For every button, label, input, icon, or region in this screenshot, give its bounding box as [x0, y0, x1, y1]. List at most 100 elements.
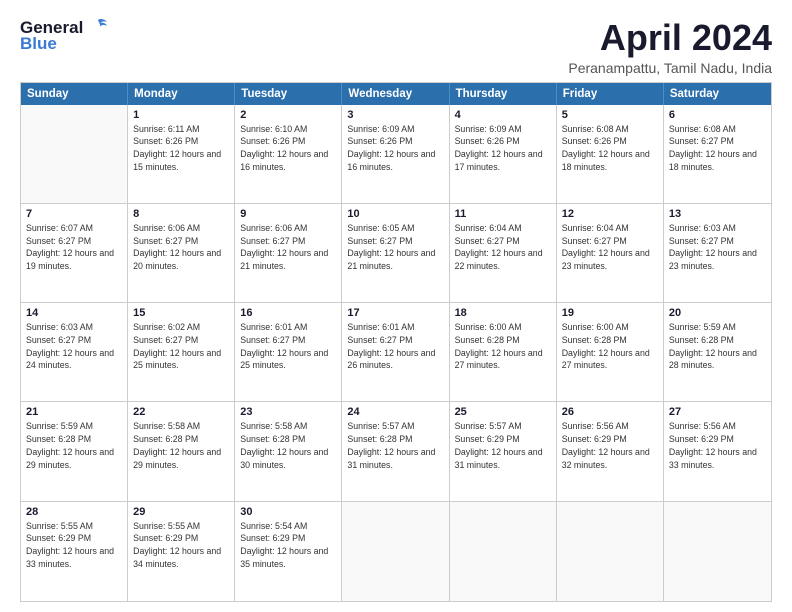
day-info: Sunrise: 5:55 AMSunset: 6:29 PMDaylight:… — [26, 520, 122, 571]
day-info: Sunrise: 6:08 AMSunset: 6:26 PMDaylight:… — [562, 123, 658, 174]
header: General Blue April 2024 Peranampattu, Ta… — [20, 18, 772, 76]
week-4: 21 Sunrise: 5:59 AMSunset: 6:28 PMDaylig… — [21, 402, 771, 501]
calendar-cell: 3 Sunrise: 6:09 AMSunset: 6:26 PMDayligh… — [342, 105, 449, 203]
day-info: Sunrise: 5:56 AMSunset: 6:29 PMDaylight:… — [562, 420, 658, 471]
day-number: 28 — [26, 506, 122, 518]
day-info: Sunrise: 6:03 AMSunset: 6:27 PMDaylight:… — [26, 321, 122, 372]
day-number: 7 — [26, 208, 122, 220]
calendar-cell — [664, 502, 771, 601]
calendar-cell: 24 Sunrise: 5:57 AMSunset: 6:28 PMDaylig… — [342, 402, 449, 500]
calendar-cell: 20 Sunrise: 5:59 AMSunset: 6:28 PMDaylig… — [664, 303, 771, 401]
header-sunday: Sunday — [21, 83, 128, 105]
week-3: 14 Sunrise: 6:03 AMSunset: 6:27 PMDaylig… — [21, 303, 771, 402]
day-number: 4 — [455, 109, 551, 121]
day-number: 22 — [133, 406, 229, 418]
day-info: Sunrise: 6:04 AMSunset: 6:27 PMDaylight:… — [562, 222, 658, 273]
calendar-cell: 26 Sunrise: 5:56 AMSunset: 6:29 PMDaylig… — [557, 402, 664, 500]
day-number: 21 — [26, 406, 122, 418]
calendar-cell: 12 Sunrise: 6:04 AMSunset: 6:27 PMDaylig… — [557, 204, 664, 302]
calendar-cell: 18 Sunrise: 6:00 AMSunset: 6:28 PMDaylig… — [450, 303, 557, 401]
day-info: Sunrise: 6:04 AMSunset: 6:27 PMDaylight:… — [455, 222, 551, 273]
day-number: 14 — [26, 307, 122, 319]
calendar-cell: 14 Sunrise: 6:03 AMSunset: 6:27 PMDaylig… — [21, 303, 128, 401]
calendar-cell: 19 Sunrise: 6:00 AMSunset: 6:28 PMDaylig… — [557, 303, 664, 401]
calendar-cell: 4 Sunrise: 6:09 AMSunset: 6:26 PMDayligh… — [450, 105, 557, 203]
day-info: Sunrise: 6:02 AMSunset: 6:27 PMDaylight:… — [133, 321, 229, 372]
calendar-cell: 11 Sunrise: 6:04 AMSunset: 6:27 PMDaylig… — [450, 204, 557, 302]
day-number: 29 — [133, 506, 229, 518]
day-info: Sunrise: 6:01 AMSunset: 6:27 PMDaylight:… — [240, 321, 336, 372]
day-info: Sunrise: 6:09 AMSunset: 6:26 PMDaylight:… — [347, 123, 443, 174]
calendar-body: 1 Sunrise: 6:11 AMSunset: 6:26 PMDayligh… — [21, 105, 771, 601]
day-info: Sunrise: 6:03 AMSunset: 6:27 PMDaylight:… — [669, 222, 766, 273]
day-info: Sunrise: 5:54 AMSunset: 6:29 PMDaylight:… — [240, 520, 336, 571]
day-number: 2 — [240, 109, 336, 121]
week-2: 7 Sunrise: 6:07 AMSunset: 6:27 PMDayligh… — [21, 204, 771, 303]
calendar-cell: 27 Sunrise: 5:56 AMSunset: 6:29 PMDaylig… — [664, 402, 771, 500]
day-number: 12 — [562, 208, 658, 220]
header-thursday: Thursday — [450, 83, 557, 105]
calendar-cell — [450, 502, 557, 601]
day-number: 8 — [133, 208, 229, 220]
day-number: 16 — [240, 307, 336, 319]
calendar-cell — [342, 502, 449, 601]
day-info: Sunrise: 5:59 AMSunset: 6:28 PMDaylight:… — [26, 420, 122, 471]
day-number: 9 — [240, 208, 336, 220]
day-info: Sunrise: 6:06 AMSunset: 6:27 PMDaylight:… — [240, 222, 336, 273]
day-number: 30 — [240, 506, 336, 518]
calendar-cell: 9 Sunrise: 6:06 AMSunset: 6:27 PMDayligh… — [235, 204, 342, 302]
day-info: Sunrise: 6:11 AMSunset: 6:26 PMDaylight:… — [133, 123, 229, 174]
calendar-cell: 25 Sunrise: 5:57 AMSunset: 6:29 PMDaylig… — [450, 402, 557, 500]
logo: General Blue — [20, 18, 109, 54]
calendar-cell: 21 Sunrise: 5:59 AMSunset: 6:28 PMDaylig… — [21, 402, 128, 500]
day-info: Sunrise: 5:59 AMSunset: 6:28 PMDaylight:… — [669, 321, 766, 372]
calendar-cell — [21, 105, 128, 203]
calendar-cell: 30 Sunrise: 5:54 AMSunset: 6:29 PMDaylig… — [235, 502, 342, 601]
calendar-header: Sunday Monday Tuesday Wednesday Thursday… — [21, 83, 771, 105]
day-number: 15 — [133, 307, 229, 319]
day-number: 26 — [562, 406, 658, 418]
header-tuesday: Tuesday — [235, 83, 342, 105]
day-info: Sunrise: 5:58 AMSunset: 6:28 PMDaylight:… — [240, 420, 336, 471]
day-info: Sunrise: 6:06 AMSunset: 6:27 PMDaylight:… — [133, 222, 229, 273]
calendar-cell: 22 Sunrise: 5:58 AMSunset: 6:28 PMDaylig… — [128, 402, 235, 500]
day-info: Sunrise: 5:55 AMSunset: 6:29 PMDaylight:… — [133, 520, 229, 571]
header-wednesday: Wednesday — [342, 83, 449, 105]
page: General Blue April 2024 Peranampattu, Ta… — [0, 0, 792, 612]
day-number: 23 — [240, 406, 336, 418]
day-number: 20 — [669, 307, 766, 319]
day-info: Sunrise: 6:07 AMSunset: 6:27 PMDaylight:… — [26, 222, 122, 273]
header-saturday: Saturday — [664, 83, 771, 105]
day-number: 3 — [347, 109, 443, 121]
day-number: 5 — [562, 109, 658, 121]
header-friday: Friday — [557, 83, 664, 105]
day-info: Sunrise: 5:58 AMSunset: 6:28 PMDaylight:… — [133, 420, 229, 471]
day-info: Sunrise: 5:56 AMSunset: 6:29 PMDaylight:… — [669, 420, 766, 471]
day-number: 25 — [455, 406, 551, 418]
calendar-cell: 13 Sunrise: 6:03 AMSunset: 6:27 PMDaylig… — [664, 204, 771, 302]
day-info: Sunrise: 6:00 AMSunset: 6:28 PMDaylight:… — [455, 321, 551, 372]
day-info: Sunrise: 6:00 AMSunset: 6:28 PMDaylight:… — [562, 321, 658, 372]
day-info: Sunrise: 6:10 AMSunset: 6:26 PMDaylight:… — [240, 123, 336, 174]
day-number: 27 — [669, 406, 766, 418]
day-info: Sunrise: 6:09 AMSunset: 6:26 PMDaylight:… — [455, 123, 551, 174]
calendar-cell: 29 Sunrise: 5:55 AMSunset: 6:29 PMDaylig… — [128, 502, 235, 601]
main-title: April 2024 — [568, 18, 772, 58]
calendar-cell: 6 Sunrise: 6:08 AMSunset: 6:27 PMDayligh… — [664, 105, 771, 203]
day-number: 19 — [562, 307, 658, 319]
calendar-cell: 1 Sunrise: 6:11 AMSunset: 6:26 PMDayligh… — [128, 105, 235, 203]
logo-bird-icon — [87, 16, 109, 38]
calendar-cell: 28 Sunrise: 5:55 AMSunset: 6:29 PMDaylig… — [21, 502, 128, 601]
day-info: Sunrise: 6:05 AMSunset: 6:27 PMDaylight:… — [347, 222, 443, 273]
calendar-cell: 16 Sunrise: 6:01 AMSunset: 6:27 PMDaylig… — [235, 303, 342, 401]
calendar-cell: 2 Sunrise: 6:10 AMSunset: 6:26 PMDayligh… — [235, 105, 342, 203]
calendar-cell: 23 Sunrise: 5:58 AMSunset: 6:28 PMDaylig… — [235, 402, 342, 500]
day-number: 17 — [347, 307, 443, 319]
day-number: 24 — [347, 406, 443, 418]
logo-blue-text: Blue — [20, 34, 57, 54]
day-info: Sunrise: 5:57 AMSunset: 6:28 PMDaylight:… — [347, 420, 443, 471]
header-monday: Monday — [128, 83, 235, 105]
day-number: 1 — [133, 109, 229, 121]
calendar-cell: 10 Sunrise: 6:05 AMSunset: 6:27 PMDaylig… — [342, 204, 449, 302]
day-number: 6 — [669, 109, 766, 121]
